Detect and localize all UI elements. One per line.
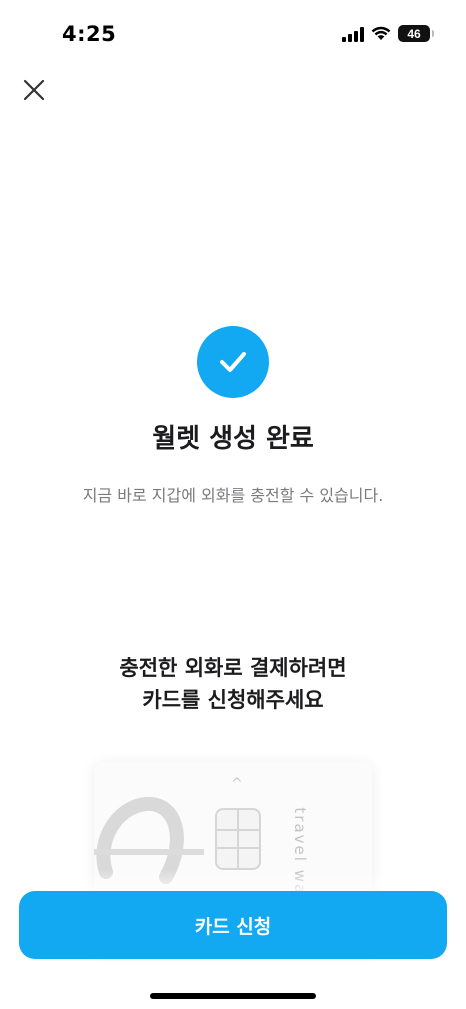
status-time: 4:25 [62,22,117,46]
close-button[interactable] [20,76,48,104]
page-subtitle: 지금 바로 지갑에 외화를 충전할 수 있습니다. [82,486,384,505]
card-promo-line-1: 충전한 외화로 결제하려면 [119,656,347,680]
close-icon [23,79,45,101]
status-bar: 4:25 46 [0,0,466,60]
status-icons: 46 [342,25,434,42]
card-promo-line-2: 카드를 신청해주세요 [142,688,324,712]
card-promo-text: 충전한 외화로 결제하려면 카드를 신청해주세요 [0,652,466,716]
signal-icon [342,26,364,42]
success-badge [197,326,269,398]
battery-icon: 46 [398,25,434,42]
page-title: 월렛 생성 완료 [152,424,314,454]
wifi-icon [371,26,391,40]
battery-level: 46 [407,26,421,41]
card-apply-button[interactable]: 카드 신청 [19,891,447,959]
card-chip-icon [215,808,261,870]
check-icon [220,352,246,372]
home-indicator [150,993,316,999]
card-caret-icon: ^ [231,776,243,792]
